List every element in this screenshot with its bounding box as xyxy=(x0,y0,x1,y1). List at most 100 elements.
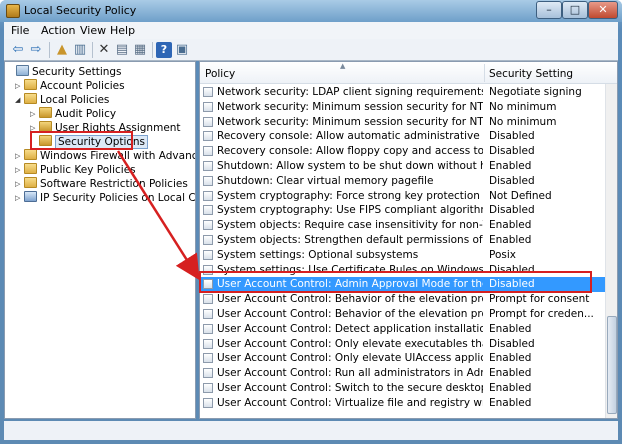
tree-expander[interactable]: ▷ xyxy=(30,121,39,135)
policy-setting: Disabled xyxy=(489,174,535,187)
menu-file[interactable]: File xyxy=(11,24,29,37)
delete-icon[interactable]: ✕ xyxy=(96,42,112,58)
table-row[interactable]: User Account Control: Only elevate execu… xyxy=(200,337,605,352)
tree-item-label: Security Options xyxy=(55,135,148,149)
table-row[interactable]: User Account Control: Admin Approval Mod… xyxy=(200,277,605,293)
close-button[interactable]: ✕ xyxy=(588,1,618,19)
policy-list[interactable]: Policy ▲ Security Setting Network securi… xyxy=(199,61,618,419)
policy-name: User Account Control: Admin Approval Mod… xyxy=(217,278,483,291)
table-row[interactable]: User Account Control: Virtualize file an… xyxy=(200,396,605,411)
policy-item-icon xyxy=(203,279,213,290)
policy-setting: Enabled xyxy=(489,396,532,409)
tree-item-ip-security-policies[interactable]: ▷ IP Security Policies on Local Compute xyxy=(15,191,195,205)
policy-item-icon xyxy=(203,220,213,231)
folder-icon xyxy=(24,177,37,188)
tree-expander[interactable]: ▷ xyxy=(15,149,24,163)
menu-action[interactable]: Action xyxy=(41,24,75,37)
show-tree-icon[interactable]: ▥ xyxy=(72,42,88,58)
table-row[interactable]: User Account Control: Behavior of the el… xyxy=(200,292,605,307)
menu-bar: File Action View Help xyxy=(4,22,618,39)
table-row[interactable]: User Account Control: Switch to the secu… xyxy=(200,381,605,396)
tree-item-security-options[interactable]: Security Options xyxy=(30,135,148,149)
table-row[interactable]: Network security: Minimum session securi… xyxy=(200,115,605,130)
help-icon[interactable]: ? xyxy=(156,42,172,58)
table-row[interactable]: System settings: Optional subsystems Posi… xyxy=(200,248,605,263)
tree-item-audit-policy[interactable]: ▷ Audit Policy xyxy=(30,107,116,121)
policy-name: Network security: LDAP client signing re… xyxy=(217,86,483,98)
forward-arrow-icon[interactable]: ⇨ xyxy=(28,42,44,58)
network-policy-icon xyxy=(24,191,37,202)
policy-setting: Enabled xyxy=(489,382,532,394)
tree-item-user-rights-assignment[interactable]: ▷ User Rights Assignment xyxy=(30,121,181,135)
policy-item-icon xyxy=(203,101,213,112)
vertical-scrollbar[interactable] xyxy=(605,84,617,418)
menu-help[interactable]: Help xyxy=(110,24,135,37)
tree-expander[interactable]: ▷ xyxy=(15,163,24,177)
properties-icon[interactable]: ▤ xyxy=(114,42,130,58)
policy-setting: Posix xyxy=(489,248,516,261)
column-divider[interactable] xyxy=(484,64,485,82)
tree-item-windows-firewall[interactable]: ▷ Windows Firewall with Advanced Secu xyxy=(15,149,195,163)
table-row[interactable]: User Account Control: Behavior of the el… xyxy=(200,307,605,322)
folder-lock-icon xyxy=(39,135,52,146)
tree-item-software-restriction-policies[interactable]: ▷ Software Restriction Policies xyxy=(15,177,188,191)
policy-name: User Account Control: Detect application… xyxy=(217,322,483,335)
table-row[interactable]: Recovery console: Allow floppy copy and … xyxy=(200,144,605,159)
policy-setting: No minimum xyxy=(489,115,557,128)
table-row[interactable]: System cryptography: Use FIPS compliant … xyxy=(200,203,605,218)
policy-setting: Not Defined xyxy=(489,189,552,202)
table-row[interactable]: User Account Control: Run all administra… xyxy=(200,366,605,381)
table-row[interactable]: Recovery console: Allow automatic admini… xyxy=(200,129,605,144)
tree-expander[interactable]: ▷ xyxy=(30,107,39,121)
column-header-security-setting[interactable]: Security Setting xyxy=(489,68,573,80)
policy-setting: Enabled xyxy=(489,234,532,246)
table-row[interactable]: System cryptography: Force strong key pr… xyxy=(200,189,605,204)
tree-item-label: Local Policies xyxy=(40,94,110,106)
table-row[interactable]: Network security: LDAP client signing re… xyxy=(200,85,605,100)
policy-item-icon xyxy=(203,175,213,186)
policy-setting: Disabled xyxy=(489,278,535,291)
policy-setting: Enabled xyxy=(489,352,532,365)
policy-setting: Prompt for consent xyxy=(489,293,590,306)
tree-expander[interactable]: ▷ xyxy=(15,79,24,93)
maximize-button[interactable]: □ xyxy=(562,1,588,19)
policy-item-icon xyxy=(203,146,213,157)
menu-view[interactable]: View xyxy=(80,24,106,37)
table-row[interactable]: User Account Control: Detect application… xyxy=(200,322,605,337)
policy-item-icon xyxy=(203,131,213,142)
table-row[interactable]: Shutdown: Allow system to be shut down w… xyxy=(200,159,605,174)
table-row[interactable]: Shutdown: Clear virtual memory pagefile D… xyxy=(200,174,605,189)
sort-ascending-icon: ▲ xyxy=(340,62,346,70)
help-topics-icon[interactable]: ▣ xyxy=(174,42,190,58)
policy-name: System objects: Strengthen default permi… xyxy=(217,234,483,246)
policy-name: User Account Control: Only elevate UIAcc… xyxy=(217,352,483,365)
tree-item-account-policies[interactable]: ▷ Account Policies xyxy=(15,79,125,93)
column-header-policy[interactable]: Policy xyxy=(205,68,235,80)
tree-item-public-key-policies[interactable]: ▷ Public Key Policies xyxy=(15,163,136,177)
up-folder-icon[interactable]: ▲ xyxy=(54,42,70,58)
export-list-icon[interactable]: ▦ xyxy=(132,42,148,58)
table-row[interactable]: System objects: Require case insensitivi… xyxy=(200,218,605,233)
minimize-button[interactable]: – xyxy=(536,1,562,19)
policy-item-icon xyxy=(203,249,213,260)
table-row[interactable]: System settings: Use Certificate Rules o… xyxy=(200,263,605,278)
policy-setting: Disabled xyxy=(489,130,535,143)
title-bar[interactable]: Local Security Policy – □ ✕ xyxy=(0,0,622,22)
policy-item-icon xyxy=(203,116,213,127)
policy-setting: Enabled xyxy=(489,367,532,380)
table-row[interactable]: User Account Control: Only elevate UIAcc… xyxy=(200,351,605,366)
policy-name: System objects: Require case insensitivi… xyxy=(217,219,483,232)
back-arrow-icon[interactable]: ⇦ xyxy=(10,42,26,58)
tree-item-local-policies[interactable]: ◢ Local Policies xyxy=(15,93,109,107)
table-row[interactable]: Network security: Minimum session securi… xyxy=(200,100,605,115)
console-tree[interactable]: Security Settings ▷ Account Policies ◢ Loc… xyxy=(4,61,196,419)
tree-expander[interactable]: ▷ xyxy=(15,177,24,191)
tree-expander[interactable]: ◢ xyxy=(15,93,24,107)
policy-setting: No minimum xyxy=(489,100,557,113)
policy-item-icon xyxy=(203,264,213,275)
tree-item-security-settings[interactable]: Security Settings xyxy=(7,65,122,79)
tree-expander[interactable]: ▷ xyxy=(15,191,24,205)
policy-name: System cryptography: Force strong key pr… xyxy=(217,189,483,202)
table-row[interactable]: System objects: Strengthen default permi… xyxy=(200,233,605,248)
scrollbar-thumb[interactable] xyxy=(607,316,617,414)
